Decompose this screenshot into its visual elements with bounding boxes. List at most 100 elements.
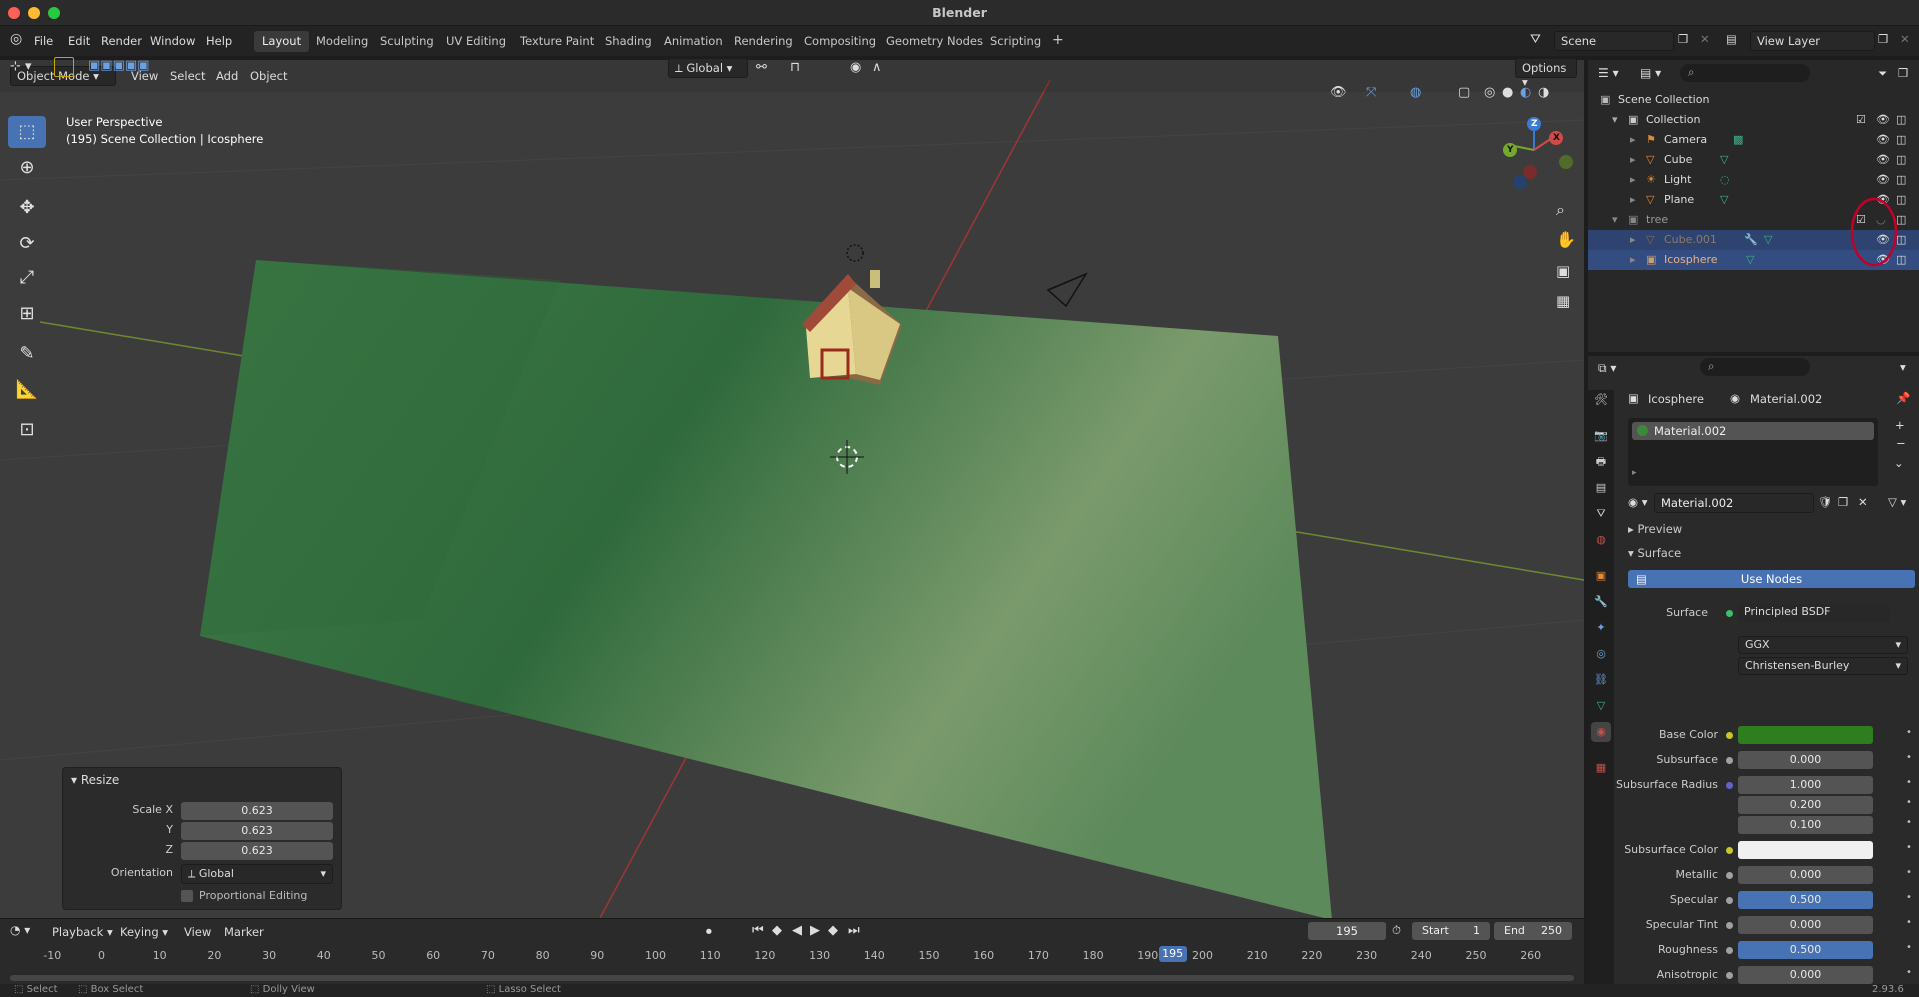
cube-mesh-icon[interactable]: ▽ xyxy=(1720,150,1728,170)
current-frame-field[interactable]: 195 xyxy=(1308,922,1386,940)
properties-editor-icon[interactable]: ⧉ ▾ xyxy=(1598,361,1616,376)
tab-geometry-nodes[interactable]: Geometry Nodes xyxy=(878,31,991,52)
bsdf-input-field[interactable]: 0.500 xyxy=(1738,941,1873,959)
unlink-material-icon[interactable]: ✕ xyxy=(1858,495,1868,509)
vp-menu-object[interactable]: Object xyxy=(250,69,287,83)
wireframe-shading-icon[interactable]: ◎ xyxy=(1484,85,1495,100)
rendered-shading-icon[interactable]: ◑ xyxy=(1538,85,1549,100)
tab-modeling[interactable]: Modeling xyxy=(308,31,376,52)
cube-render-icon[interactable]: ◫ xyxy=(1896,150,1906,170)
material-slot-row[interactable]: Material.002 xyxy=(1632,422,1874,440)
outliner-row-cube-001[interactable]: ▸ ▽ Cube.001 🔧 ▽ 👁 ◫ xyxy=(1588,230,1919,250)
scale-y-field[interactable]: 0.623 xyxy=(181,822,333,840)
frame-rate-icon[interactable]: ⏱ xyxy=(1392,923,1401,938)
delete-view-layer-icon[interactable]: ✕ xyxy=(1900,32,1910,46)
tab-animation[interactable]: Animation xyxy=(656,31,731,52)
timeline-editor-icon[interactable]: ◔ ▾ xyxy=(10,923,30,937)
view-layer-tab-icon[interactable]: ▤ xyxy=(1591,478,1611,498)
light-render-icon[interactable]: ◫ xyxy=(1896,170,1906,190)
tree-render-icon[interactable]: ◫ xyxy=(1896,210,1906,230)
scene-icon[interactable]: ⛛ xyxy=(1530,32,1541,47)
keyframe-dot-icon[interactable]: • xyxy=(1906,942,1912,953)
prev-keyframe-icon[interactable]: ◆ xyxy=(772,923,782,938)
link-mode-icon[interactable]: ▽ ▾ xyxy=(1888,495,1906,509)
outliner-row-camera[interactable]: ▸ ⚑ Camera ▩ 👁 ◫ xyxy=(1588,130,1919,150)
preview-panel-header[interactable]: ▸ Preview xyxy=(1628,522,1682,536)
tab-shading[interactable]: Shading xyxy=(597,31,660,52)
view-layer-icon[interactable]: ▤ xyxy=(1726,32,1737,46)
annotate-tool-icon[interactable]: ✎ xyxy=(8,338,46,370)
keyframe-dot-icon[interactable]: • xyxy=(1906,727,1912,738)
timeline-scrollbar[interactable] xyxy=(10,975,1574,981)
plane-mesh-icon[interactable]: ▽ xyxy=(1720,190,1728,210)
outliner-row-tree-collection[interactable]: ▾ ▣ tree ☑ ◡ ◫ xyxy=(1588,210,1919,230)
select-mode-icon[interactable] xyxy=(54,57,74,77)
surface-panel-header[interactable]: ▾ Surface xyxy=(1628,546,1681,560)
solid-shading-icon[interactable]: ● xyxy=(1502,85,1513,100)
keyframe-dot-icon[interactable]: • xyxy=(1906,867,1912,878)
zoom-icon[interactable]: ⌕ xyxy=(1556,200,1565,220)
outliner-editor-icon[interactable]: ☰ ▾ xyxy=(1598,66,1619,80)
proportional-editing-checkbox[interactable] xyxy=(181,890,193,902)
render-tab-icon[interactable]: 📷 xyxy=(1591,426,1611,446)
scene-selector[interactable]: Scene xyxy=(1554,31,1674,51)
rotate-tool-icon[interactable]: ⟳ xyxy=(8,228,46,260)
expand-light-icon[interactable]: ▸ xyxy=(1630,170,1636,190)
select-tool-icon[interactable]: ⬚ xyxy=(8,116,46,148)
end-frame-field[interactable]: End 250 xyxy=(1494,922,1572,940)
tab-rendering[interactable]: Rendering xyxy=(726,31,801,52)
surface-shader-field[interactable]: Principled BSDF xyxy=(1738,604,1890,622)
play-icon[interactable]: ▶ xyxy=(810,923,820,938)
keyframe-dot-icon[interactable]: • xyxy=(1906,817,1912,828)
cube-001-visibility-eye-icon[interactable]: 👁 xyxy=(1876,230,1890,250)
jump-start-icon[interactable]: ⏮ xyxy=(752,923,764,938)
keyframe-dot-icon[interactable]: • xyxy=(1906,917,1912,928)
camera-visibility-eye-icon[interactable]: 👁 xyxy=(1876,130,1890,150)
delete-scene-icon[interactable]: ✕ xyxy=(1700,32,1710,46)
distribution-dropdown[interactable]: GGX ▾ xyxy=(1738,636,1908,654)
expand-cube-001-icon[interactable]: ▸ xyxy=(1630,230,1636,250)
expand-tree-icon[interactable]: ▾ xyxy=(1612,210,1618,230)
camera-object-icon[interactable] xyxy=(1046,272,1088,308)
add-slot-icon[interactable]: + xyxy=(1895,418,1905,432)
duplicate-material-icon[interactable]: ❐ xyxy=(1838,495,1848,509)
filter-icon[interactable]: ⏷ xyxy=(1878,66,1887,81)
material-name-field[interactable]: Material.002 xyxy=(1654,493,1814,513)
camera-view-icon[interactable]: ▣ xyxy=(1556,262,1570,280)
material-shading-icon[interactable]: ◐ xyxy=(1520,85,1531,100)
properties-options-icon[interactable]: ▾ xyxy=(1900,360,1906,374)
bsdf-input-field[interactable]: 0.200 xyxy=(1738,796,1873,814)
bsdf-input-field[interactable] xyxy=(1738,726,1873,744)
cube-001-mesh-icon[interactable]: ▽ xyxy=(1764,230,1772,250)
pivot-point-icon[interactable]: ⚯ xyxy=(756,60,767,75)
keyframe-dot-icon[interactable]: • xyxy=(1906,842,1912,853)
icosphere-mesh-icon[interactable]: ▽ xyxy=(1746,250,1754,270)
outliner-row-scene-collection[interactable]: ▣ Scene Collection xyxy=(1588,90,1919,110)
tab-sculpting[interactable]: Sculpting xyxy=(372,31,442,52)
camera-data-icon[interactable]: ▩ xyxy=(1733,130,1743,150)
slot-specials-icon[interactable]: ⌄ xyxy=(1894,456,1904,470)
pan-hand-icon[interactable]: ✋ xyxy=(1556,230,1576,249)
expand-plane-icon[interactable]: ▸ xyxy=(1630,190,1636,210)
data-tab-icon[interactable]: ▽ xyxy=(1591,696,1611,716)
blender-logo-icon[interactable]: ◎ xyxy=(10,31,22,47)
cube-001-render-icon[interactable]: ◫ xyxy=(1896,230,1906,250)
use-nodes-button[interactable]: ▤ Use Nodes xyxy=(1628,570,1915,588)
outliner-row-light[interactable]: ▸ ☀ Light ◌ 👁 ◫ xyxy=(1588,170,1919,190)
resize-panel-title[interactable]: ▾ Resize xyxy=(71,773,119,787)
menu-edit[interactable]: Edit xyxy=(68,34,90,48)
keyframe-dot-icon[interactable]: • xyxy=(1906,777,1912,788)
physics-tab-icon[interactable]: ◎ xyxy=(1591,644,1611,664)
scene-tab-icon[interactable]: ⛛ xyxy=(1591,504,1611,524)
menu-window[interactable]: Window xyxy=(150,34,195,48)
tab-layout[interactable]: Layout xyxy=(254,31,310,52)
play-reverse-icon[interactable]: ◀ xyxy=(792,923,802,938)
tree-exclude-checkbox[interactable]: ☑ xyxy=(1856,210,1866,230)
timeline-menu-view[interactable]: View xyxy=(184,925,211,939)
tree-visibility-eye-icon[interactable]: ◡ xyxy=(1876,210,1886,230)
add-workspace-icon[interactable]: + xyxy=(1044,29,1072,50)
xray-toggle-icon[interactable]: ▢ xyxy=(1458,85,1470,100)
remove-slot-icon[interactable]: − xyxy=(1896,436,1906,450)
collection-visibility-eye-icon[interactable]: 👁 xyxy=(1876,110,1890,130)
timeline-menu-playback[interactable]: Playback ▾ xyxy=(52,925,113,939)
